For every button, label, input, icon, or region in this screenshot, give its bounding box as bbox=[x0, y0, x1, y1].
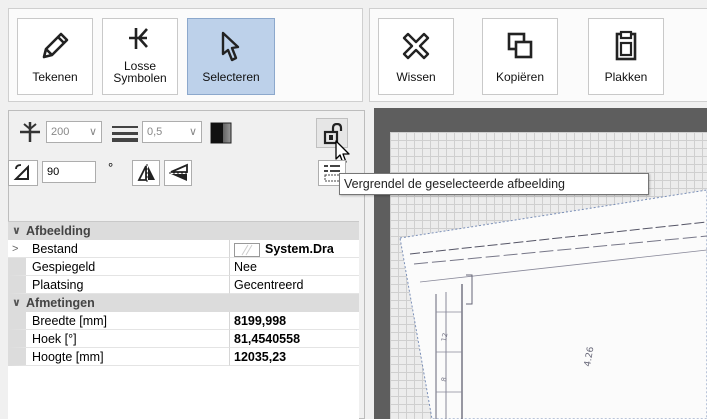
property-row-gespiegeld[interactable]: Gespiegeld Nee bbox=[8, 258, 359, 276]
line-width-icon bbox=[112, 126, 138, 142]
chevron-down-icon: ∨ bbox=[88, 126, 97, 138]
property-name-cell: Plaatsing bbox=[8, 276, 230, 294]
drawing-area: 4.26 12 8 bbox=[374, 108, 707, 419]
toolbar-group-draw: Tekenen Losse Symbolen Selecteren bbox=[8, 8, 363, 102]
style-controls-row: 200 ∨ 0,5 ∨ bbox=[8, 118, 353, 164]
color-picker-icon[interactable] bbox=[210, 122, 232, 144]
category-afbeelding[interactable]: ∨ Afbeelding bbox=[8, 222, 359, 240]
paste-label: Plakken bbox=[604, 70, 648, 84]
toolbar: Tekenen Losse Symbolen Selecteren Wissen… bbox=[0, 0, 707, 108]
property-value[interactable]: 81,4540558 bbox=[230, 330, 359, 348]
property-name: Plaatsing bbox=[32, 278, 84, 292]
mirror-horizontal-button[interactable] bbox=[132, 160, 160, 186]
chevron-down-icon: ∨ bbox=[188, 126, 197, 138]
property-name-cell: Hoogte [mm] bbox=[8, 348, 230, 366]
property-name-cell: > Bestand bbox=[8, 240, 230, 258]
paste-button[interactable]: Plakken bbox=[588, 18, 664, 95]
property-name-cell: Gespiegeld bbox=[8, 258, 230, 276]
close-icon bbox=[402, 32, 430, 60]
copy-label: Kopiëren bbox=[495, 70, 545, 84]
chevron-right-icon[interactable]: > bbox=[12, 240, 18, 258]
degree-symbol: ° bbox=[108, 160, 114, 175]
pencil-icon bbox=[42, 32, 69, 59]
property-name: Breedte [mm] bbox=[32, 314, 108, 328]
property-value[interactable]: Gecentreerd bbox=[230, 276, 359, 294]
property-name: Hoek [°] bbox=[32, 332, 77, 346]
property-row-hoogte[interactable]: Hoogte [mm] 12035,23 bbox=[8, 348, 359, 366]
category-label: Afmetingen bbox=[26, 296, 95, 310]
image-thumbnail-icon bbox=[234, 242, 260, 257]
property-value[interactable]: Nee bbox=[230, 258, 359, 276]
rotate-angle-icon bbox=[13, 164, 29, 180]
draw-label: Tekenen bbox=[32, 70, 78, 84]
property-value[interactable]: 12035,23 bbox=[230, 348, 359, 366]
loose-symbols-label-2: Symbolen bbox=[113, 71, 167, 85]
rotate-button[interactable] bbox=[8, 160, 38, 186]
line-width-select[interactable]: 0,5 ∨ bbox=[142, 121, 202, 143]
symbol-icon bbox=[129, 28, 148, 49]
property-value[interactable]: System.Dra bbox=[230, 240, 359, 258]
toolbar-group-edit: Wissen Kopiëren Plakken bbox=[369, 8, 707, 102]
copy-button[interactable]: Kopiëren bbox=[482, 18, 558, 95]
property-name: Gespiegeld bbox=[32, 260, 96, 274]
size-icon bbox=[20, 122, 40, 142]
app-window: Tekenen Losse Symbolen Selecteren Wissen… bbox=[0, 0, 707, 419]
select-label: Selecteren bbox=[202, 70, 260, 84]
chevron-down-icon[interactable]: ∨ bbox=[12, 222, 26, 240]
drawing-annotation: 12 bbox=[440, 332, 449, 342]
transform-controls-row: 90 ° bbox=[8, 158, 353, 188]
property-row-breedte[interactable]: Breedte [mm] 8199,998 bbox=[8, 312, 359, 330]
clipboard-icon bbox=[615, 30, 637, 61]
size-select[interactable]: 200 ∨ bbox=[46, 121, 102, 143]
property-name-cell: Breedte [mm] bbox=[8, 312, 230, 330]
property-name: Bestand bbox=[32, 242, 78, 256]
property-value[interactable]: 8199,998 bbox=[230, 312, 359, 330]
property-value-text: System.Dra bbox=[265, 242, 334, 256]
property-row-bestand[interactable]: > Bestand System.Dra bbox=[8, 240, 359, 258]
copy-icon bbox=[507, 32, 533, 59]
lock-tooltip: Vergrendel de geselecteerde afbeelding bbox=[339, 173, 649, 195]
category-afmetingen[interactable]: ∨ Afmetingen bbox=[8, 294, 359, 312]
draw-button[interactable]: Tekenen bbox=[17, 18, 93, 95]
mirror-vertical-button[interactable] bbox=[164, 160, 192, 186]
chevron-down-icon[interactable]: ∨ bbox=[12, 294, 26, 312]
size-value: 200 bbox=[51, 126, 70, 138]
delete-button[interactable]: Wissen bbox=[378, 18, 454, 95]
property-row-hoek[interactable]: Hoek [°] 81,4540558 bbox=[8, 330, 359, 348]
select-button[interactable]: Selecteren bbox=[187, 18, 275, 95]
cursor-arrow-icon bbox=[221, 31, 240, 62]
mirror-vertical-icon bbox=[169, 163, 189, 181]
line-width-value: 0,5 bbox=[147, 126, 163, 138]
loose-symbols-button[interactable]: Losse Symbolen bbox=[102, 18, 178, 95]
property-name: Hoogte [mm] bbox=[32, 350, 104, 364]
rotation-value: 90 bbox=[47, 166, 60, 178]
property-grid: ∨ Afbeelding > Bestand System.Dra Gespie… bbox=[8, 221, 359, 419]
properties-panel: 200 ∨ 0,5 ∨ 90 ° ∨ Afbeelding > Bestand … bbox=[0, 108, 374, 419]
property-name-cell: Hoek [°] bbox=[8, 330, 230, 348]
category-label: Afbeelding bbox=[26, 224, 91, 238]
delete-label: Wissen bbox=[396, 70, 436, 84]
property-row-plaatsing[interactable]: Plaatsing Gecentreerd bbox=[8, 276, 359, 294]
mirror-horizontal-icon bbox=[137, 164, 155, 182]
rotation-input[interactable]: 90 bbox=[42, 161, 96, 183]
